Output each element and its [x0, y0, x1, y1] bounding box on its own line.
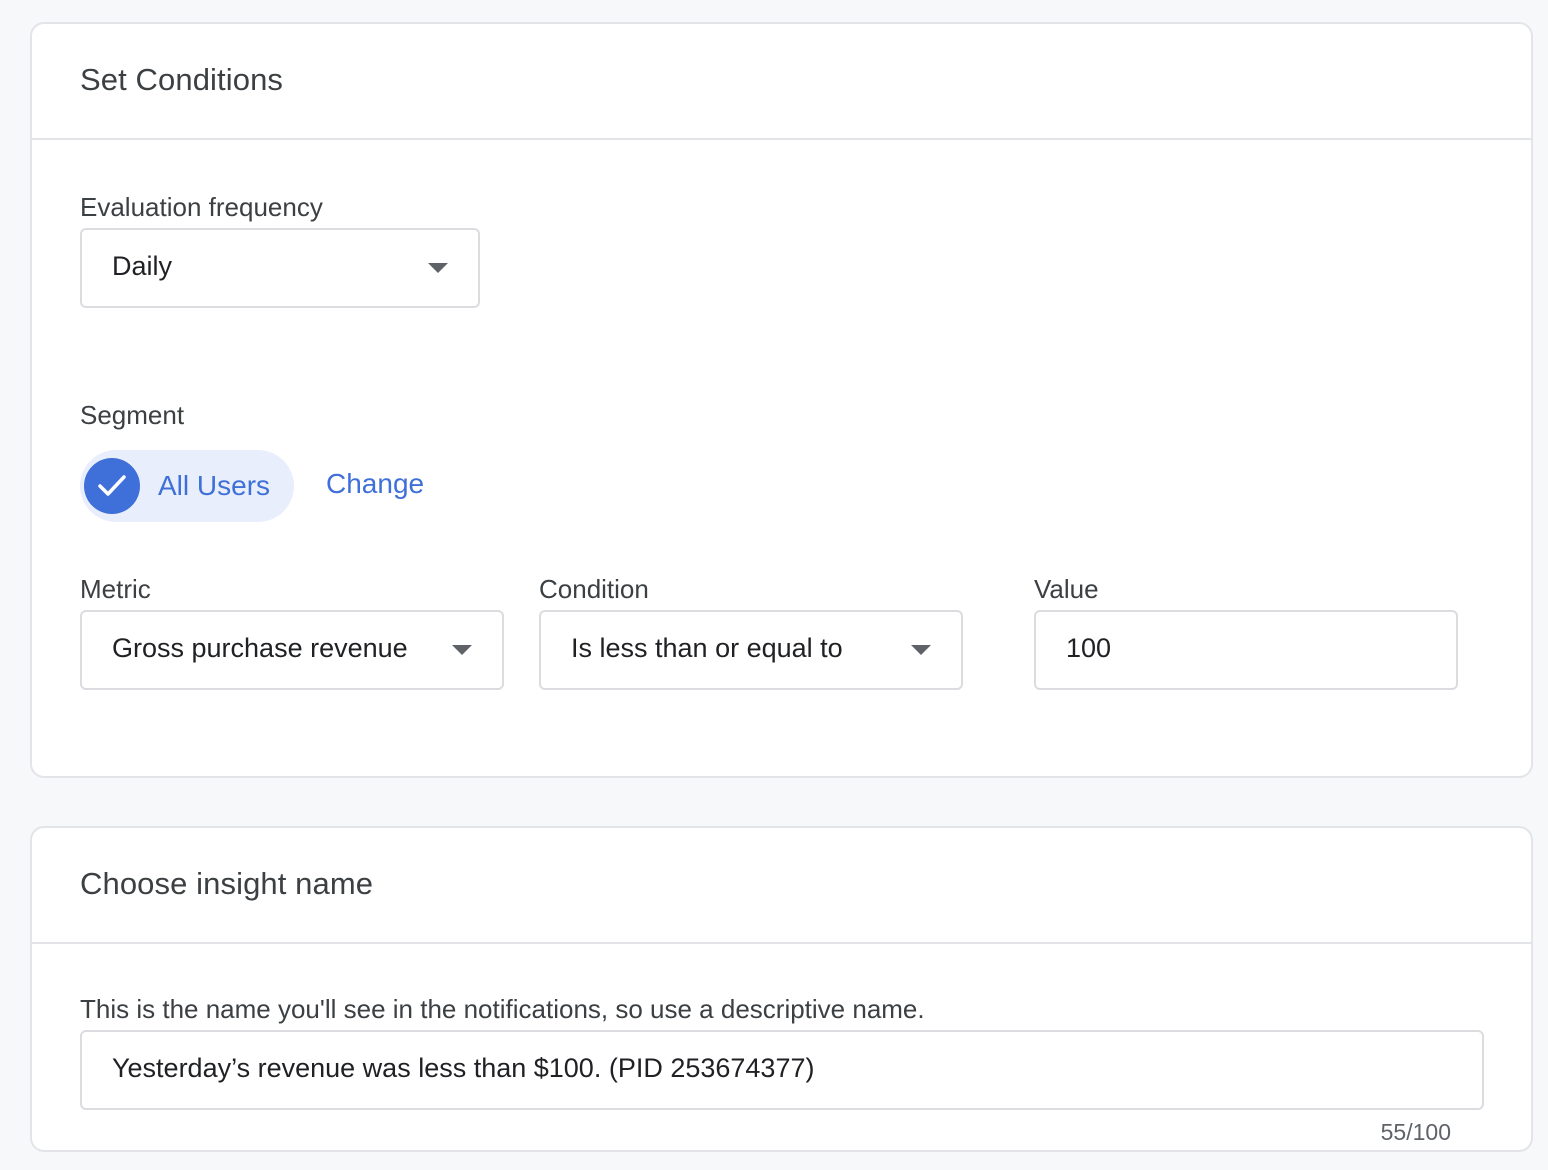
- evaluation-frequency-select[interactable]: Daily: [80, 228, 480, 308]
- chevron-down-icon: [452, 645, 472, 655]
- value-input[interactable]: 100: [1034, 610, 1458, 690]
- insight-name-value: Yesterday’s revenue was less than $100. …: [112, 1053, 815, 1083]
- evaluation-frequency-value: Daily: [112, 251, 173, 281]
- insight-name-title: Choose insight name: [80, 866, 374, 901]
- value-input-text: 100: [1066, 633, 1112, 663]
- insight-name-input[interactable]: Yesterday’s revenue was less than $100. …: [80, 1030, 1484, 1110]
- condition-select[interactable]: Is less than or equal to: [539, 610, 963, 690]
- set-conditions-card: Set Conditions Evaluation frequency Dail…: [30, 22, 1533, 778]
- chevron-down-icon: [428, 263, 448, 273]
- condition-label: Condition: [539, 574, 649, 604]
- segment-label: Segment: [80, 400, 185, 430]
- card-header: Set Conditions: [32, 24, 1531, 140]
- evaluation-frequency-label: Evaluation frequency: [80, 192, 323, 222]
- condition-value: Is less than or equal to: [571, 633, 843, 663]
- set-conditions-title: Set Conditions: [80, 62, 284, 97]
- metric-label: Metric: [80, 574, 151, 604]
- segment-chip-label: All Users: [158, 470, 271, 501]
- insight-name-card: Choose insight name This is the name you…: [30, 826, 1533, 1152]
- insight-name-helper: This is the name you'll see in the notif…: [80, 994, 925, 1024]
- character-counter: 55/100: [1380, 1119, 1451, 1145]
- metric-value: Gross purchase revenue: [112, 633, 408, 663]
- chevron-down-icon: [911, 645, 931, 655]
- change-segment-link[interactable]: Change: [326, 468, 424, 500]
- value-label: Value: [1034, 574, 1099, 604]
- segment-chip-all-users[interactable]: All Users: [80, 450, 294, 522]
- metric-select[interactable]: Gross purchase revenue: [80, 610, 504, 690]
- card-header: Choose insight name: [32, 828, 1531, 944]
- check-icon: [84, 458, 140, 514]
